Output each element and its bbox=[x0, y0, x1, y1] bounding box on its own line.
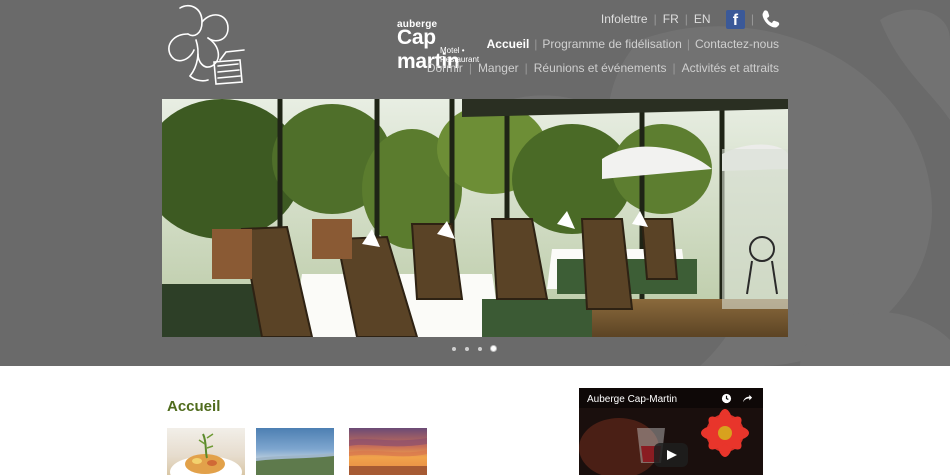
flower-logo-icon bbox=[168, 4, 245, 85]
nav-item-contact[interactable]: Contactez-nous bbox=[695, 37, 779, 51]
slider-dot-3[interactable] bbox=[478, 347, 482, 351]
slider-pagination bbox=[452, 346, 496, 351]
lang-en-link[interactable]: EN bbox=[694, 12, 711, 26]
video-embed[interactable]: Auberge Cap-Martin bbox=[579, 388, 763, 475]
thumbnail-landscape[interactable] bbox=[256, 428, 334, 475]
slider-dot-4[interactable] bbox=[491, 346, 496, 351]
nav-item-reunions[interactable]: Réunions et événements bbox=[534, 61, 667, 75]
play-icon[interactable] bbox=[654, 443, 688, 467]
share-icon[interactable] bbox=[742, 393, 753, 404]
thumbnail-food[interactable] bbox=[167, 428, 245, 475]
newsletter-link[interactable]: Infolettre bbox=[601, 12, 648, 26]
lang-fr-link[interactable]: FR bbox=[663, 12, 679, 26]
nav-item-activites[interactable]: Activités et attraits bbox=[682, 61, 779, 75]
video-controls bbox=[721, 393, 753, 404]
nav-item-manger[interactable]: Manger bbox=[478, 61, 519, 75]
sunset-image bbox=[349, 438, 427, 475]
facebook-icon[interactable]: f bbox=[725, 9, 745, 29]
slider-dot-1[interactable] bbox=[452, 347, 456, 351]
food-plate-image bbox=[170, 433, 242, 475]
nav-separator: | bbox=[684, 12, 688, 26]
image-slider[interactable] bbox=[162, 99, 788, 337]
nav-separator: | bbox=[686, 37, 690, 51]
thumbnail-sunset[interactable] bbox=[349, 428, 427, 475]
phone-icon[interactable] bbox=[760, 9, 780, 29]
nav-separator: | bbox=[750, 12, 754, 26]
nav-separator bbox=[717, 12, 720, 26]
slider-dot-2[interactable] bbox=[465, 347, 469, 351]
nav-separator: | bbox=[672, 61, 676, 75]
landscape-image bbox=[256, 453, 334, 475]
page-title: Accueil bbox=[167, 398, 221, 415]
nav-separator: | bbox=[524, 61, 528, 75]
nav-separator: | bbox=[653, 12, 657, 26]
nav-separator: | bbox=[534, 37, 538, 51]
sub-nav: Dormir | Manger | Réunions et événements… bbox=[427, 61, 779, 75]
utility-nav: Infolettre | FR | EN f | bbox=[601, 9, 780, 29]
header-hero: auberge Cap martin Motel • Restaurant In… bbox=[0, 0, 950, 366]
main-nav: Accueil | Programme de fidélisation | Co… bbox=[487, 37, 779, 51]
clock-icon[interactable] bbox=[721, 393, 732, 404]
brand-logo[interactable]: auberge Cap martin Motel • Restaurant bbox=[160, 0, 479, 92]
nav-item-accueil[interactable]: Accueil bbox=[487, 37, 530, 51]
video-title: Auberge Cap-Martin bbox=[587, 394, 678, 405]
nav-item-fidelisation[interactable]: Programme de fidélisation bbox=[542, 37, 681, 51]
slide-restaurant-photo bbox=[162, 99, 788, 337]
nav-separator: | bbox=[468, 61, 472, 75]
nav-item-dormir[interactable]: Dormir bbox=[427, 61, 463, 75]
